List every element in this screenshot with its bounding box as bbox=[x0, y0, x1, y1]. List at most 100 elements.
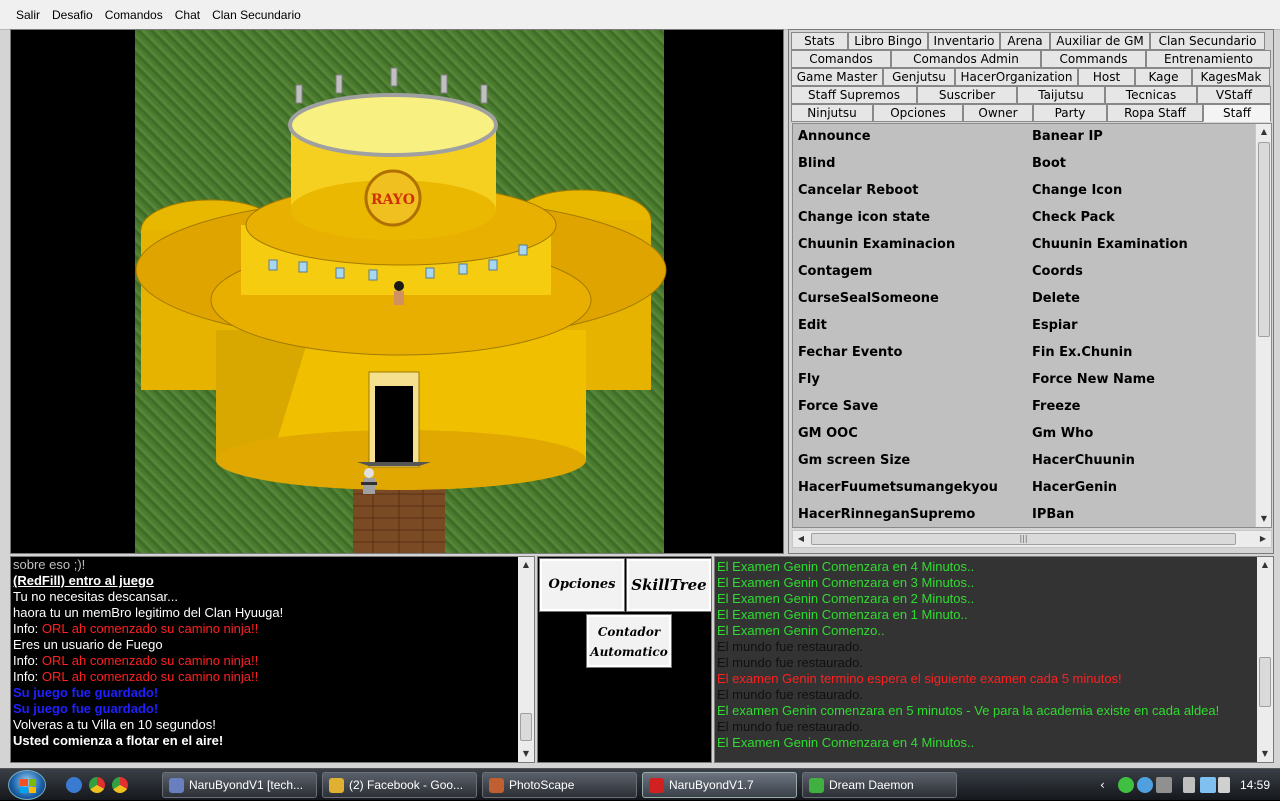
command-item[interactable]: Fin Ex.Chunin bbox=[1032, 342, 1253, 369]
taskbar-task[interactable]: (2) Facebook - Goo... bbox=[322, 772, 477, 798]
taskbar-task[interactable]: PhotoScape bbox=[482, 772, 637, 798]
chrome-quicklaunch-icon[interactable] bbox=[89, 777, 105, 793]
command-item[interactable]: Change Icon bbox=[1032, 180, 1253, 207]
tab-suscriber[interactable]: Suscriber bbox=[917, 86, 1017, 104]
taskbar-task[interactable]: NaruByondV1 [tech... bbox=[162, 772, 317, 798]
scroll-down-arrow-icon[interactable]: ▼ bbox=[518, 746, 534, 762]
scroll-up-arrow-icon[interactable]: ▲ bbox=[518, 557, 534, 573]
tab-vstaff[interactable]: VStaff bbox=[1197, 86, 1271, 104]
command-item[interactable]: Fly bbox=[798, 369, 1032, 396]
scroll-right-arrow-icon[interactable]: ▶ bbox=[1255, 531, 1271, 547]
tab-genjutsu[interactable]: Genjutsu bbox=[883, 68, 955, 86]
wifi-icon[interactable] bbox=[1200, 777, 1216, 793]
bluetooth-icon[interactable] bbox=[66, 777, 82, 793]
command-item[interactable]: Change icon state bbox=[798, 207, 1032, 234]
tab-stats[interactable]: Stats bbox=[791, 32, 848, 50]
tab-tecnicas[interactable]: Tecnicas bbox=[1105, 86, 1197, 104]
tab-taijutsu[interactable]: Taijutsu bbox=[1017, 86, 1105, 104]
tab-comandos-admin[interactable]: Comandos Admin bbox=[891, 50, 1041, 68]
scroll-thumb-horizontal[interactable]: ||| bbox=[811, 533, 1236, 545]
command-item[interactable]: HacerChuunin bbox=[1032, 450, 1253, 477]
menu-salir[interactable]: Salir bbox=[10, 4, 46, 26]
command-item[interactable]: Gm Who bbox=[1032, 423, 1253, 450]
command-item[interactable]: Delete bbox=[1032, 288, 1253, 315]
command-item[interactable]: Cancelar Reboot bbox=[798, 180, 1032, 207]
tab-opciones[interactable]: Opciones bbox=[873, 104, 963, 122]
tab-game-master[interactable]: Game Master bbox=[791, 68, 883, 86]
tray-expand-icon[interactable]: ‹ bbox=[1100, 777, 1110, 793]
command-item[interactable]: HacerRinneganSupremo bbox=[798, 504, 1032, 527]
command-item[interactable]: Announce bbox=[798, 126, 1032, 153]
scroll-down-arrow-icon[interactable]: ▼ bbox=[1257, 746, 1273, 762]
ninja-character[interactable] bbox=[394, 281, 404, 305]
volume-icon[interactable] bbox=[1218, 777, 1230, 793]
tab-ropa-staff[interactable]: Ropa Staff bbox=[1107, 104, 1203, 122]
tab-comandos[interactable]: Comandos bbox=[791, 50, 891, 68]
skilltree-button[interactable]: SkillTree bbox=[626, 558, 712, 612]
network-tray-icon[interactable] bbox=[1137, 777, 1153, 793]
command-item[interactable]: HacerGenin bbox=[1032, 477, 1253, 504]
log-scrollbar[interactable]: ▲ ▼ bbox=[1257, 557, 1273, 762]
command-item[interactable]: Force Save bbox=[798, 396, 1032, 423]
command-item[interactable]: Gm screen Size bbox=[798, 450, 1032, 477]
command-item[interactable]: HacerFuumetsumangekyou bbox=[798, 477, 1032, 504]
tab-arena[interactable]: Arena bbox=[1000, 32, 1050, 50]
scroll-thumb[interactable] bbox=[1258, 142, 1270, 337]
tab-ninjutsu[interactable]: Ninjutsu bbox=[791, 104, 873, 122]
scroll-thumb[interactable] bbox=[1259, 657, 1271, 707]
tab-libro-bingo[interactable]: Libro Bingo bbox=[848, 32, 928, 50]
command-item[interactable]: CurseSealSomeone bbox=[798, 288, 1032, 315]
taskbar-task[interactable]: NaruByondV1.7 bbox=[642, 772, 797, 798]
taskbar-task[interactable]: Dream Daemon bbox=[802, 772, 957, 798]
command-item[interactable]: GM OOC bbox=[798, 423, 1032, 450]
opciones-button[interactable]: Opciones bbox=[539, 558, 625, 612]
tab-staff[interactable]: Staff bbox=[1203, 104, 1271, 122]
tab-party[interactable]: Party bbox=[1033, 104, 1107, 122]
command-item[interactable]: Check Pack bbox=[1032, 207, 1253, 234]
command-item[interactable]: Espiar bbox=[1032, 315, 1253, 342]
tray-app-icon[interactable] bbox=[1118, 777, 1134, 793]
menu-comandos[interactable]: Comandos bbox=[99, 4, 169, 26]
scroll-thumb[interactable] bbox=[520, 713, 532, 741]
tab-inventario[interactable]: Inventario bbox=[928, 32, 1000, 50]
command-item[interactable]: Freeze bbox=[1032, 396, 1253, 423]
chat-scrollbar[interactable]: ▲ ▼ bbox=[518, 557, 534, 762]
scroll-up-arrow-icon[interactable]: ▲ bbox=[1257, 557, 1273, 573]
command-item[interactable]: Banear IP bbox=[1032, 126, 1253, 153]
contador-automatico-button[interactable]: Contador Automatico bbox=[586, 614, 672, 668]
menu-clan-secundario[interactable]: Clan Secundario bbox=[206, 4, 307, 26]
tab-clan-secundario[interactable]: Clan Secundario bbox=[1150, 32, 1265, 50]
scroll-down-arrow-icon[interactable]: ▼ bbox=[1256, 511, 1271, 527]
chrome-quicklaunch-icon-2[interactable] bbox=[112, 777, 128, 793]
chat-output[interactable]: sobre eso ;)! (RedFill) entro al juego Tu… bbox=[10, 556, 535, 763]
start-button[interactable] bbox=[8, 770, 46, 800]
tab-kage[interactable]: Kage bbox=[1135, 68, 1192, 86]
tab-staff-supremos[interactable]: Staff Supremos bbox=[791, 86, 917, 104]
menu-desafio[interactable]: Desafio bbox=[46, 4, 99, 26]
taskbar-clock[interactable]: 14:59 bbox=[1240, 769, 1270, 801]
scroll-up-arrow-icon[interactable]: ▲ bbox=[1256, 124, 1271, 140]
tab-kagesmak[interactable]: KagesMak bbox=[1192, 68, 1270, 86]
tab-hacer-organization[interactable]: HacerOrganization bbox=[955, 68, 1078, 86]
tab-entrenamiento[interactable]: Entrenamiento bbox=[1146, 50, 1271, 68]
command-item[interactable]: Contagem bbox=[798, 261, 1032, 288]
command-item[interactable]: Blind bbox=[798, 153, 1032, 180]
battery-icon[interactable] bbox=[1183, 777, 1195, 793]
tray-device-icon[interactable] bbox=[1156, 777, 1172, 793]
command-item[interactable]: Coords bbox=[1032, 261, 1253, 288]
command-item[interactable]: Boot bbox=[1032, 153, 1253, 180]
scroll-left-arrow-icon[interactable]: ◀ bbox=[793, 531, 809, 547]
command-list-vertical-scrollbar[interactable]: ▲ ▼ bbox=[1255, 124, 1271, 527]
command-item[interactable]: Edit bbox=[798, 315, 1032, 342]
map-viewport[interactable]: RAYO bbox=[10, 29, 784, 554]
tab-commands[interactable]: Commands bbox=[1041, 50, 1146, 68]
command-item[interactable]: IPBan bbox=[1032, 504, 1253, 527]
command-item[interactable]: Chuunin Examinacion bbox=[798, 234, 1032, 261]
tab-owner[interactable]: Owner bbox=[963, 104, 1033, 122]
command-item[interactable]: Fechar Evento bbox=[798, 342, 1032, 369]
command-item[interactable]: Force New Name bbox=[1032, 369, 1253, 396]
tab-host[interactable]: Host bbox=[1078, 68, 1135, 86]
tab-auxiliar-de-gm[interactable]: Auxiliar de GM bbox=[1050, 32, 1150, 50]
system-log-output[interactable]: El Examen Genin Comenzara en 4 Minutos..… bbox=[714, 556, 1274, 763]
command-item[interactable]: Chuunin Examination bbox=[1032, 234, 1253, 261]
